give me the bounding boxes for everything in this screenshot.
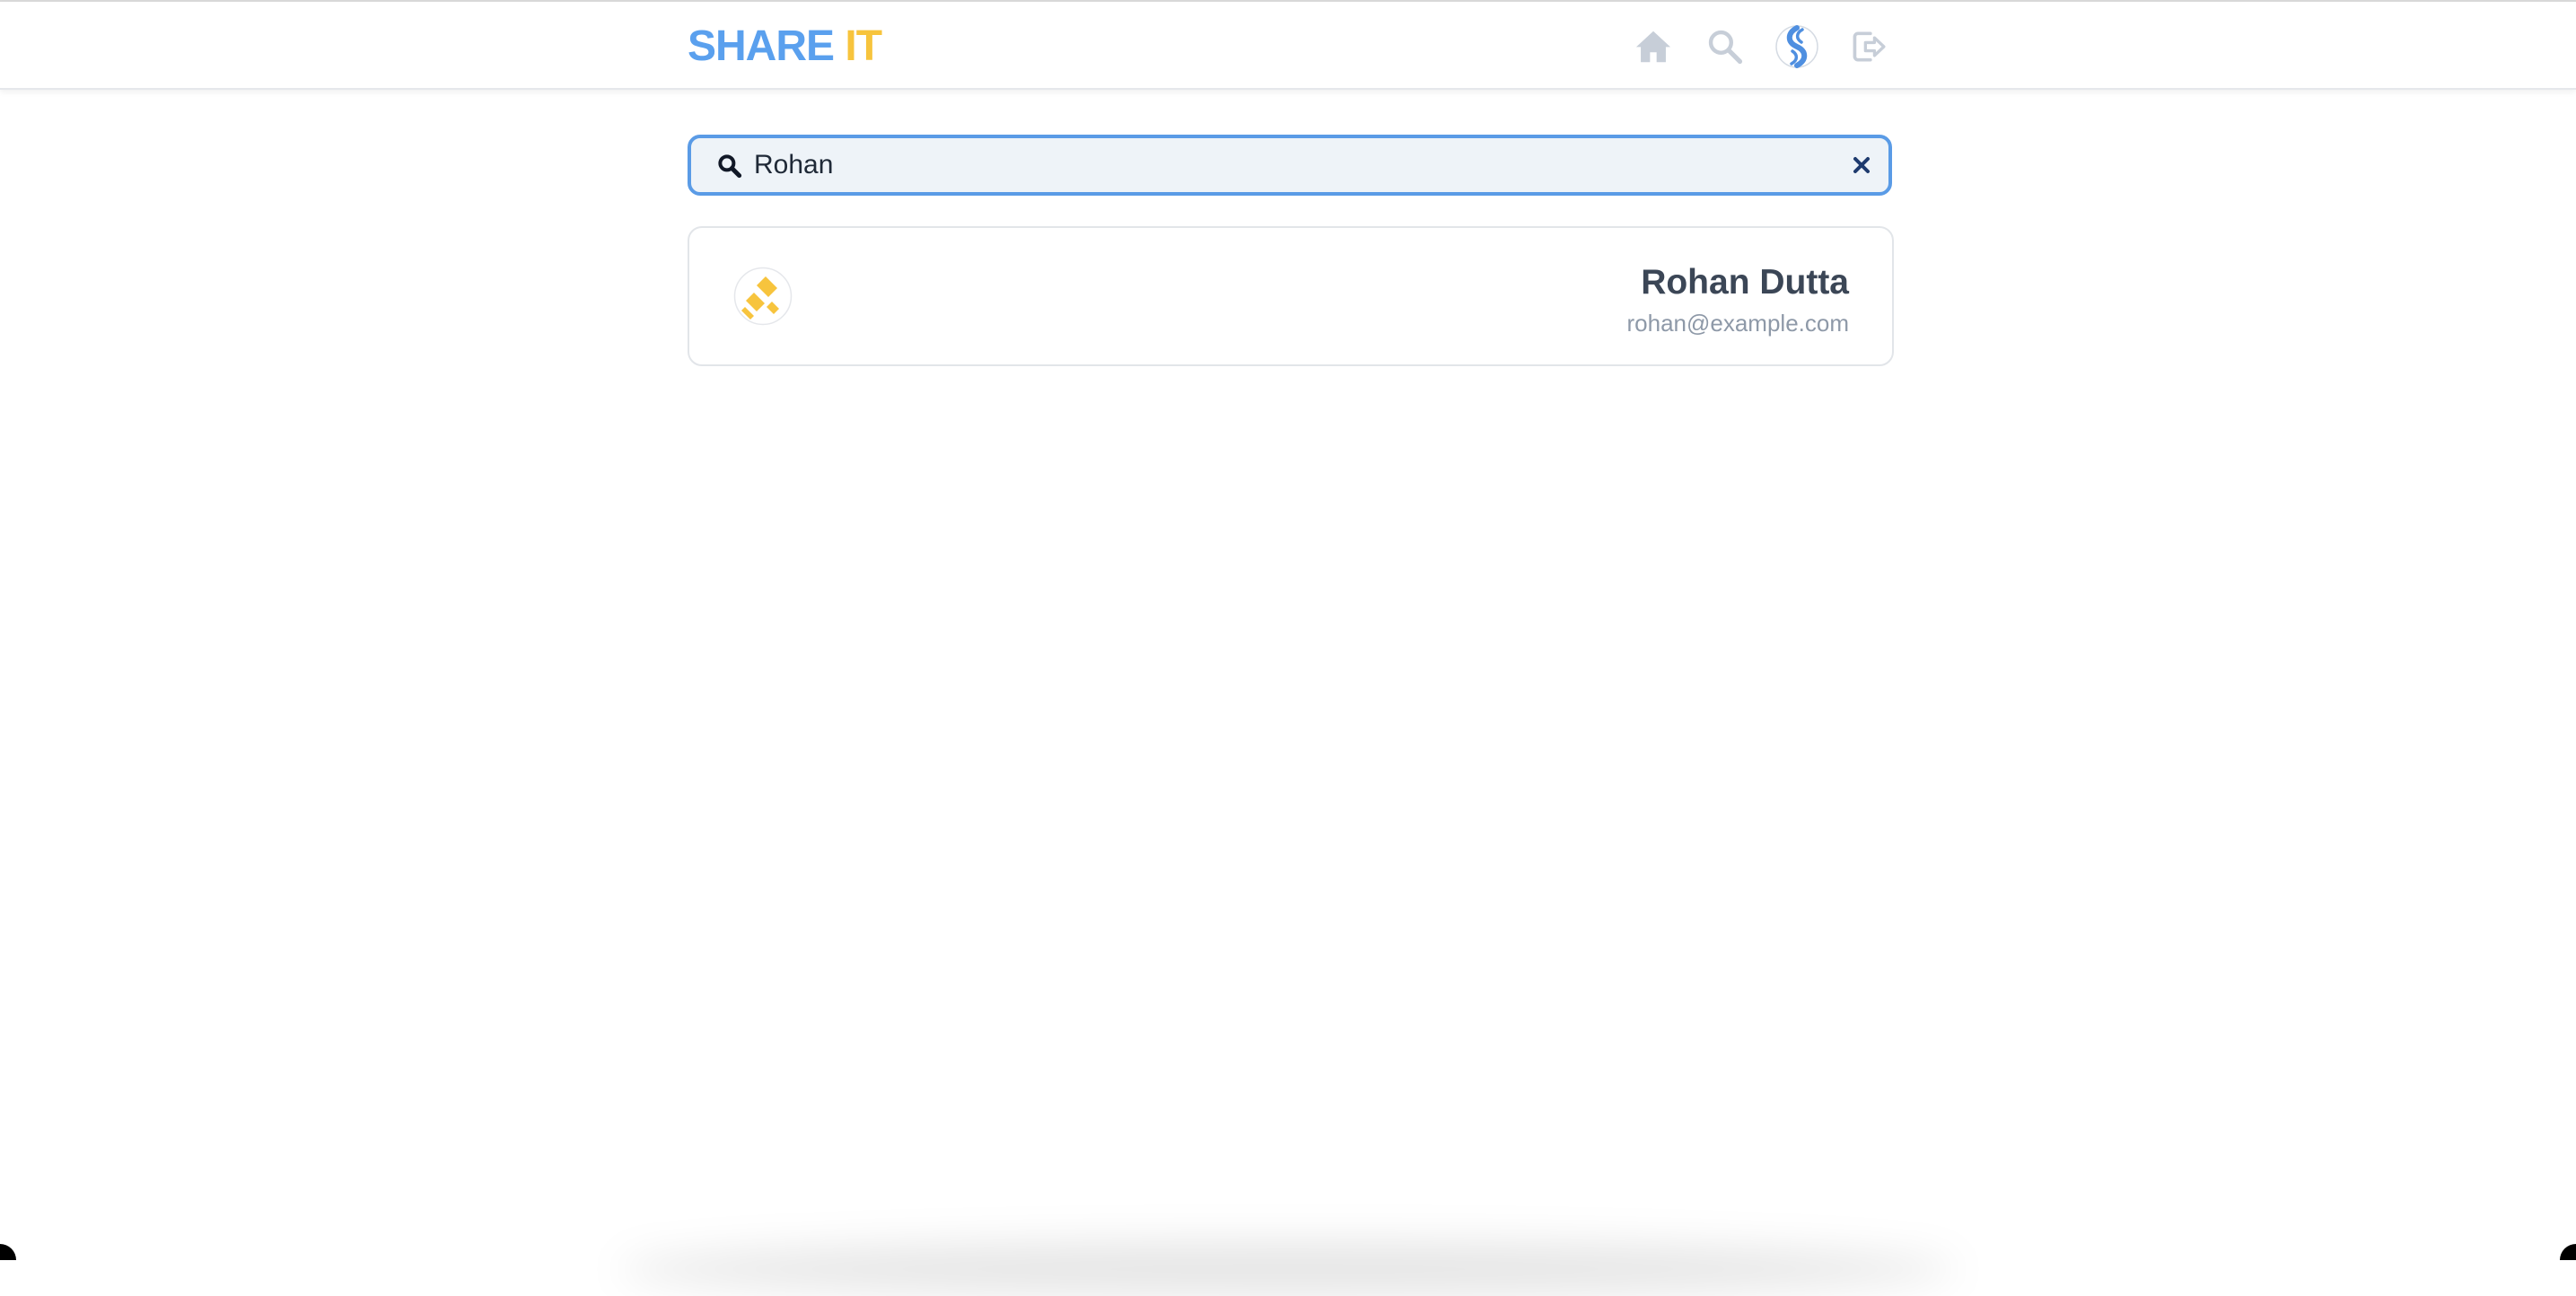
home-icon — [1635, 31, 1671, 63]
navbar-inner: SHARE IT — [688, 2, 1892, 88]
search-bar[interactable] — [688, 135, 1892, 196]
brand-logo-part-2: IT — [845, 22, 882, 70]
brand-logo-part-1: SHARE — [688, 22, 835, 70]
logout-button[interactable] — [1845, 23, 1892, 70]
search-result-card[interactable]: Rohan Dutta rohan@example.com — [688, 226, 1894, 366]
close-icon — [1853, 157, 1870, 173]
window-corner-left — [0, 1244, 16, 1260]
nav-icon-group — [1630, 23, 1892, 70]
search-field-icon-wrap — [716, 153, 743, 180]
search-icon — [718, 154, 742, 179]
search-input[interactable] — [754, 144, 1813, 187]
logout-icon — [1853, 31, 1886, 62]
navbar: SHARE IT — [0, 2, 2576, 90]
clear-search-button[interactable] — [1847, 151, 1876, 180]
window-corner-right — [2560, 1244, 2576, 1260]
bottom-panel-shadow — [619, 1242, 1957, 1296]
search-icon — [1708, 30, 1743, 65]
profile-avatar-icon — [1775, 25, 1818, 68]
profile-button[interactable] — [1774, 23, 1820, 70]
search-nav-button[interactable] — [1702, 23, 1748, 70]
avatar — [732, 266, 793, 327]
result-user-email: rohan@example.com — [1626, 310, 1849, 337]
result-user-name: Rohan Dutta — [1641, 263, 1849, 302]
user-avatar-icon — [733, 267, 793, 326]
brand-logo[interactable]: SHARE IT — [688, 22, 882, 72]
home-button[interactable] — [1630, 23, 1677, 70]
